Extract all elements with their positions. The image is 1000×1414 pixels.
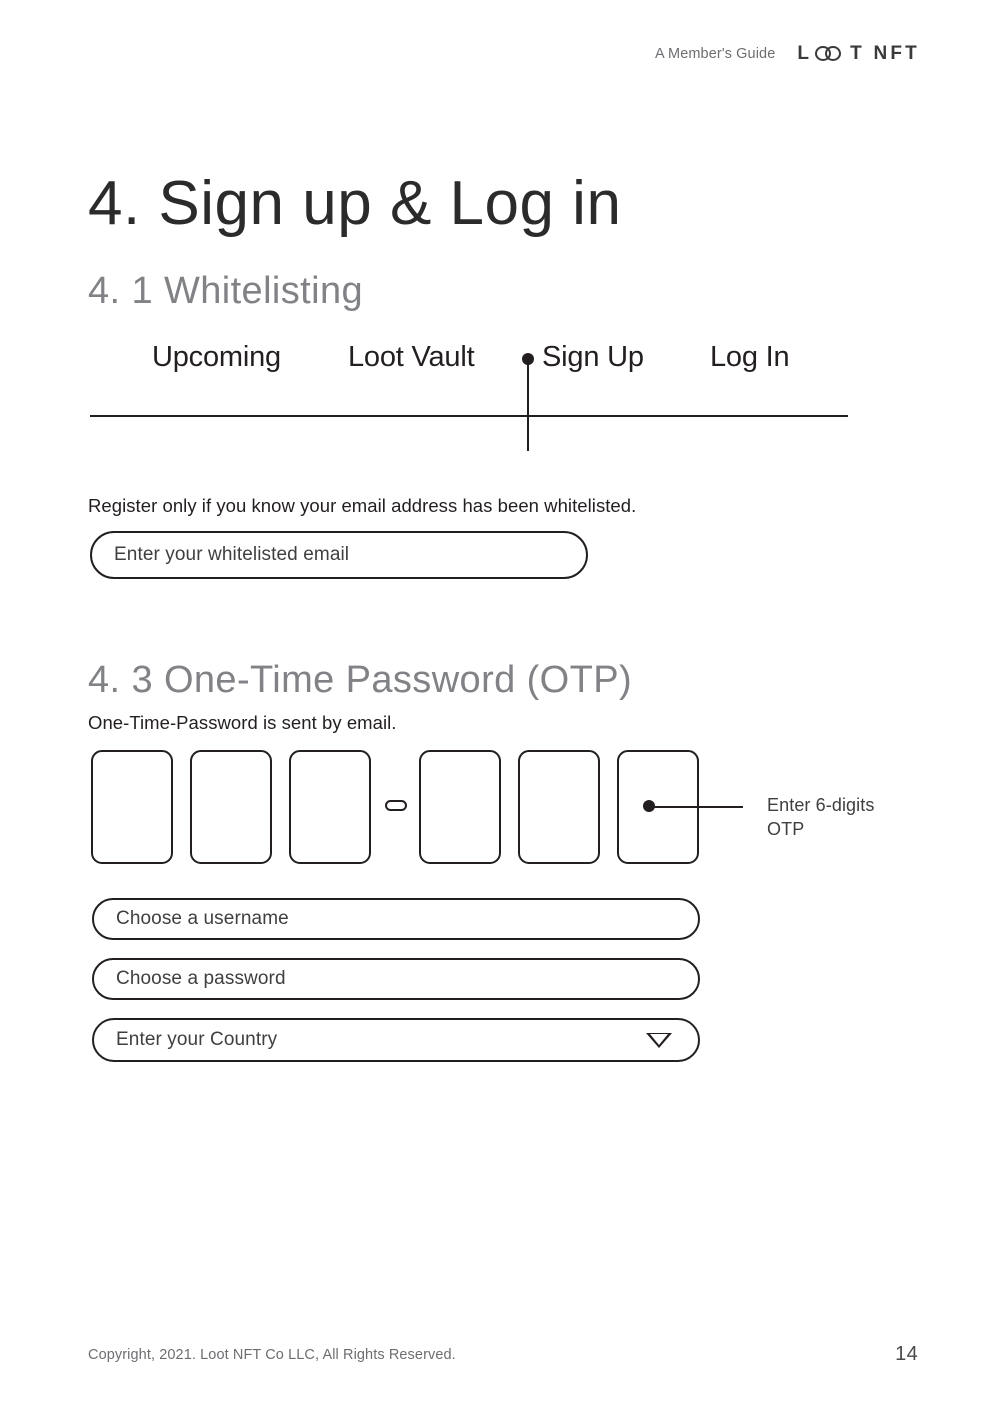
whitelisted-email-placeholder: Enter your whitelisted email [114,544,350,565]
footer-copyright: Copyright, 2021. Loot NFT Co LLC, All Ri… [88,1347,456,1363]
section-heading-otp: 4. 3 One-Time Password (OTP) [88,658,633,701]
otp-separator-dash [385,800,407,811]
page-title: 4. Sign up & Log in [88,168,622,238]
section-heading-whitelisting: 4. 1 Whitelisting [88,269,364,312]
username-placeholder: Choose a username [116,908,289,929]
otp-description: One-Time-Password is sent by email. [88,711,397,733]
password-input[interactable]: Choose a password [92,958,700,1000]
callout-label-otp: Enter 6-digits OTP [767,795,875,839]
interlocking-circles-icon [815,44,845,63]
page-number: 14 [895,1343,918,1365]
otp-digit-box[interactable] [91,750,173,864]
whitelisting-description: Register only if you know your email add… [88,494,637,516]
tab-sign-up[interactable]: Sign Up [542,338,644,377]
whitelisted-email-input[interactable]: Enter your whitelisted email [90,531,588,579]
otp-digit-box[interactable] [289,750,371,864]
tab-loot-vault[interactable]: Loot Vault [348,338,475,377]
otp-digit-box[interactable] [419,750,501,864]
tab-bar-divider [90,415,848,417]
country-select[interactable]: Enter your Country [92,1018,700,1062]
guide-label: A Member's Guide [654,45,776,62]
tab-log-in[interactable]: Log In [710,338,790,377]
username-input[interactable]: Choose a username [92,898,700,940]
chevron-down-icon[interactable] [646,1032,672,1048]
callout-leader-line-sign-up [527,363,529,451]
tab-bar: Upcoming Loot Vault Sign Up Log In [90,338,848,383]
otp-digit-group [91,750,711,864]
logo-letter-l: L [797,43,813,64]
callout-leader-line-otp [653,805,743,808]
password-placeholder: Choose a password [116,968,286,989]
otp-digit-box[interactable] [518,750,600,864]
logo-text-tail: T NFT [850,43,920,64]
country-placeholder: Enter your Country [116,1029,278,1050]
tab-upcoming[interactable]: Upcoming [152,338,281,377]
otp-digit-box[interactable] [190,750,272,864]
page-header: A Member's Guide L T NFT [655,44,920,63]
loot-nft-logo: L T NFT [797,44,920,63]
